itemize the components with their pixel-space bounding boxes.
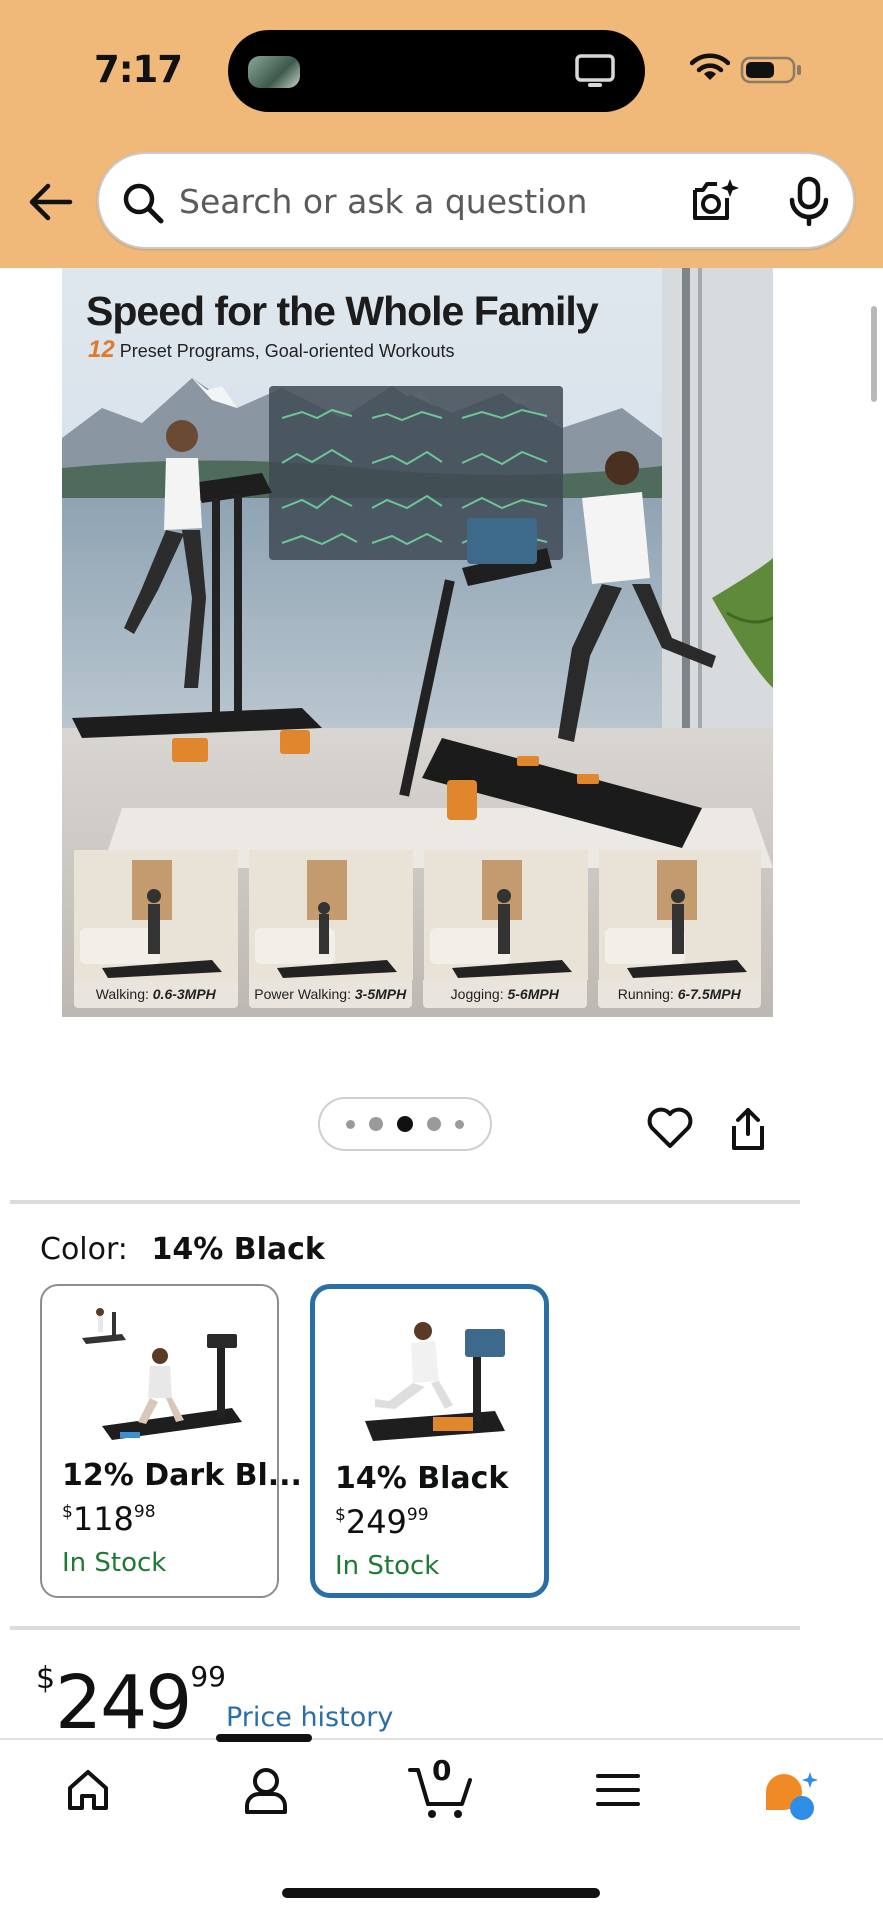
wifi-icon (690, 53, 730, 80)
pager-dot[interactable] (427, 1117, 441, 1131)
product-image[interactable]: Speed for the Whole Family 12 Preset Pro… (62, 268, 773, 1017)
price-cents: 99 (190, 1660, 226, 1693)
home-indicator (282, 1888, 600, 1898)
preset-count: 12 (88, 336, 115, 363)
microphone-icon[interactable] (787, 176, 831, 226)
mode-label: Jogging: 5-6MPH (423, 980, 587, 1008)
price-whole: 249 (55, 1660, 192, 1746)
variant-name: 14% Black (335, 1461, 509, 1496)
variant-thumbnail (365, 1322, 505, 1441)
pager-dot[interactable] (455, 1119, 464, 1129)
search-bar[interactable] (97, 152, 855, 249)
variant-stock: In Stock (62, 1548, 167, 1578)
cart-count: 0 (432, 1754, 452, 1787)
price-history-link[interactable]: Price history (226, 1702, 393, 1733)
back-arrow-icon[interactable] (26, 178, 74, 226)
color-heading: Color: 14% Black (40, 1232, 325, 1267)
color-label: Color: (40, 1232, 128, 1267)
now-playing-thumbnail (248, 56, 300, 88)
mode-label: Walking: 0.6-3MPH (74, 980, 238, 1008)
variant-stock: In Stock (335, 1551, 440, 1581)
active-tab-indicator (216, 1734, 312, 1742)
image-subheadline: 12 Preset Programs, Goal-oriented Workou… (88, 336, 455, 364)
mode-tile: Jogging: 5-6MPH (423, 850, 587, 1008)
pager-dot[interactable] (369, 1117, 383, 1131)
menu-icon[interactable] (596, 1770, 640, 1810)
pager-dot-active[interactable] (397, 1116, 413, 1132)
preset-text: Preset Programs, Goal-oriented Workouts (119, 341, 455, 361)
heart-icon[interactable] (646, 1106, 694, 1150)
share-icon[interactable] (728, 1106, 768, 1152)
variant-name: 12% Dark Bl... (62, 1458, 302, 1493)
variant-price: $11898 (62, 1500, 156, 1538)
cart-button[interactable]: 0 (408, 1754, 474, 1818)
mode-label: Power Walking: 3-5MPH (248, 980, 412, 1008)
app-header: 7:17 (0, 0, 883, 268)
pager-dot[interactable] (346, 1119, 355, 1129)
screen-mirror-icon (575, 54, 615, 87)
dynamic-island (228, 30, 645, 112)
color-option-black-selected[interactable]: 14% Black $24999 In Stock (310, 1284, 549, 1598)
camera-search-icon[interactable] (689, 176, 739, 226)
image-pager[interactable] (318, 1097, 492, 1151)
mode-tile: Running: 6-7.5MPH (597, 850, 761, 1008)
home-icon[interactable] (64, 1766, 112, 1814)
account-icon[interactable] (242, 1766, 290, 1816)
battery-icon (740, 56, 801, 84)
color-option-dark-blue[interactable]: 12% Dark Bl... $11898 In Stock (40, 1284, 302, 1598)
rufus-ai-icon[interactable] (762, 1770, 820, 1822)
search-icon (123, 183, 164, 224)
mode-tile: Walking: 0.6-3MPH (74, 850, 238, 1008)
status-time: 7:17 (94, 48, 183, 91)
variant-price: $24999 (335, 1503, 429, 1541)
selected-color: 14% Black (151, 1232, 325, 1267)
search-input[interactable] (179, 176, 659, 226)
price-currency: $ (36, 1661, 55, 1696)
mode-label: Running: 6-7.5MPH (597, 980, 761, 1008)
mode-tile: Power Walking: 3-5MPH (248, 850, 412, 1008)
variant-thumbnail (82, 1308, 242, 1440)
image-headline: Speed for the Whole Family (86, 288, 599, 334)
product-price: $24999 (36, 1660, 226, 1746)
section-divider (10, 1626, 800, 1630)
section-divider (10, 1200, 800, 1204)
scroll-indicator (871, 306, 877, 402)
speed-modes: Walking: 0.6-3MPH Power Walking: 3-5MPH … (74, 850, 761, 1008)
